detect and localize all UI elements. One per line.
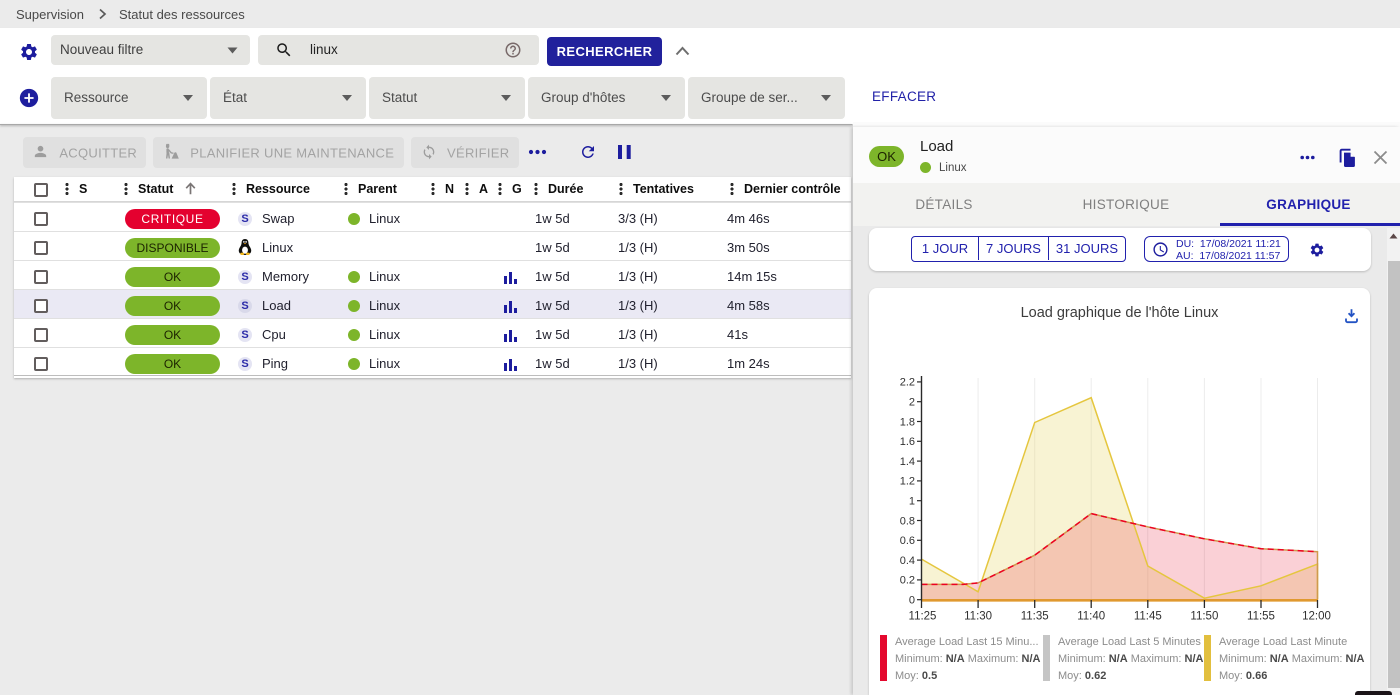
svg-text:12:00: 12:00 bbox=[1302, 611, 1331, 623]
svg-text:11:30: 11:30 bbox=[964, 611, 992, 623]
svg-text:1.4: 1.4 bbox=[900, 456, 915, 468]
svg-text:11:45: 11:45 bbox=[1134, 611, 1162, 623]
svg-text:1.6: 1.6 bbox=[900, 436, 915, 448]
svg-text:11:50: 11:50 bbox=[1190, 611, 1218, 623]
svg-text:0: 0 bbox=[909, 595, 915, 607]
svg-text:0.8: 0.8 bbox=[900, 515, 915, 527]
svg-text:11:55: 11:55 bbox=[1247, 611, 1275, 623]
svg-text:1.2: 1.2 bbox=[900, 476, 915, 488]
svg-text:0.6: 0.6 bbox=[900, 535, 915, 547]
svg-text:2: 2 bbox=[909, 397, 915, 409]
svg-text:0.4: 0.4 bbox=[900, 555, 915, 567]
svg-text:11:40: 11:40 bbox=[1077, 611, 1105, 623]
svg-text:11:25: 11:25 bbox=[909, 611, 937, 623]
svg-text:1: 1 bbox=[909, 496, 915, 508]
svg-text:0.2: 0.2 bbox=[900, 575, 915, 587]
svg-text:11:35: 11:35 bbox=[1021, 611, 1049, 623]
svg-text:2.2: 2.2 bbox=[900, 377, 915, 389]
svg-text:1.8: 1.8 bbox=[900, 416, 915, 428]
